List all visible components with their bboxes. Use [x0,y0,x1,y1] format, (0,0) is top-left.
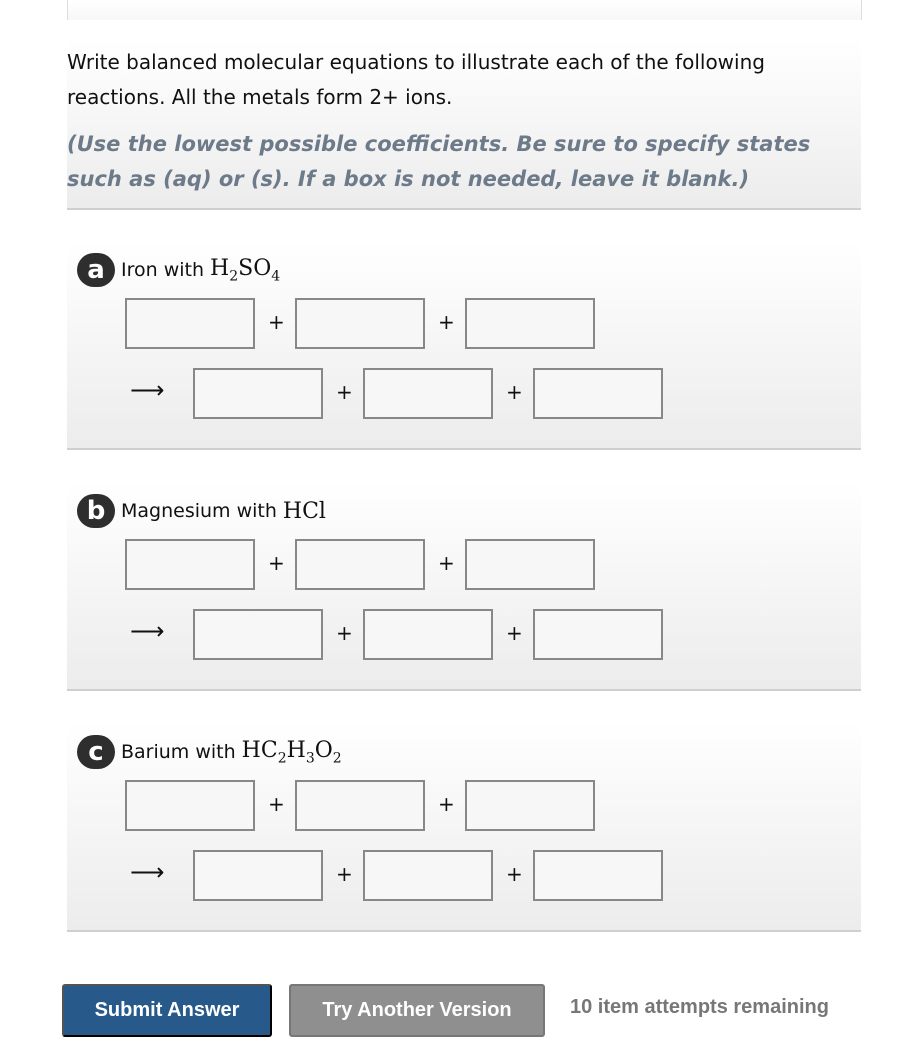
part-label: a Iron with H2SO4 [77,253,280,287]
reaction-arrow-icon: ⟶ [130,617,165,645]
formula-segment: HCl [282,498,326,524]
attempts-remaining: 10 item attempts remaining [570,996,829,1018]
product-box-3[interactable] [533,368,663,419]
formula-segment: H [210,255,230,281]
plus-sign: + [506,621,523,645]
product-box-1[interactable] [193,850,323,901]
reaction-arrow-icon: ⟶ [130,376,165,404]
reactant-box-2[interactable] [295,298,425,349]
formula-segment: H [286,737,306,763]
formula-segment: O [314,737,333,763]
plus-sign: + [438,551,455,575]
formula-subscript: 3 [305,750,315,767]
plus-sign: + [438,310,455,334]
part-description: Iron with [121,259,205,281]
reactant-box-2[interactable] [295,539,425,590]
product-box-3[interactable] [533,609,663,660]
product-box-2[interactable] [363,850,493,901]
submit-answer-button[interactable]: Submit Answer [62,984,272,1037]
reaction-arrow-icon: ⟶ [130,858,165,886]
part-label: b Magnesium with HCl [77,494,326,528]
part-c: c Barium with HC2H3O2 + + ⟶ + + [67,722,861,932]
reactant-box-1[interactable] [125,780,255,831]
previous-section-frame [67,0,862,20]
try-another-version-button[interactable]: Try Another Version [289,984,545,1037]
plus-sign: + [506,380,523,404]
reactant-formula: HCl [283,499,326,524]
instructions-panel: Write balanced molecular equations to il… [67,40,861,210]
reactant-formula: HC2H3O2 [242,738,342,766]
formula-subscript: 4 [271,268,281,285]
product-box-3[interactable] [533,850,663,901]
reactant-box-3[interactable] [465,539,595,590]
plus-sign: + [336,621,353,645]
formula-subscript: 2 [229,268,239,285]
plus-sign: + [438,792,455,816]
product-box-2[interactable] [363,609,493,660]
reactant-box-1[interactable] [125,539,255,590]
reactant-box-3[interactable] [465,298,595,349]
reactant-box-3[interactable] [465,780,595,831]
plus-sign: + [336,380,353,404]
part-badge: c [77,735,115,769]
plus-sign: + [336,862,353,886]
part-description: Barium with [121,741,236,763]
plus-sign: + [506,862,523,886]
plus-sign: + [268,310,285,334]
formula-subscript: 2 [332,750,342,767]
part-badge: a [77,253,115,287]
part-label: c Barium with HC2H3O2 [77,735,342,769]
plus-sign: + [268,551,285,575]
part-description: Magnesium with [121,500,277,522]
plus-sign: + [268,792,285,816]
part-badge: b [77,494,115,528]
reactant-formula: H2SO4 [210,256,280,284]
reactant-box-2[interactable] [295,780,425,831]
product-box-1[interactable] [193,368,323,419]
instructions-hint: (Use the lowest possible coefficients. B… [67,132,811,191]
reactant-box-1[interactable] [125,298,255,349]
part-a: a Iron with H2SO4 + + ⟶ + + [67,240,861,450]
product-box-2[interactable] [363,368,493,419]
instructions-text: Write balanced molecular equations to il… [67,50,765,109]
formula-segment: SO [238,255,272,281]
part-b: b Magnesium with HCl + + ⟶ + + [67,481,861,691]
formula-segment: HC [241,737,278,763]
product-box-1[interactable] [193,609,323,660]
formula-subscript: 2 [277,750,287,767]
